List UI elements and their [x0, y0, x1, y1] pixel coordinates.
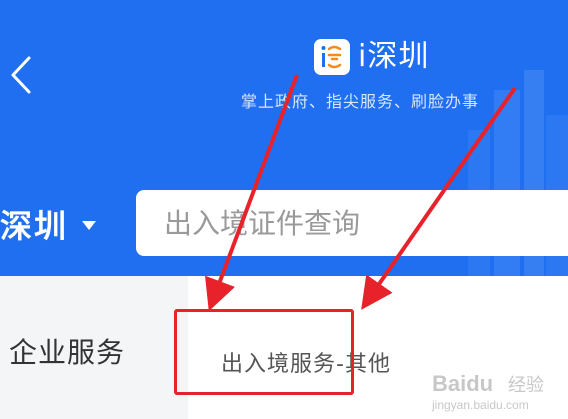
back-button[interactable] [4, 50, 38, 100]
watermark-brand: Baidu [432, 371, 493, 396]
app-header: i深圳 掌上政府、指尖服务、刷脸办事 深圳 [0, 0, 568, 276]
city-name: 深圳 [0, 207, 69, 245]
app-name: i深圳 [358, 39, 430, 74]
baidu-jingyan-watermark: Baidu 经验 jingyan.baidu.com [430, 365, 565, 415]
sidebar-item-enterprise-services[interactable]: 企业服务 [9, 331, 125, 371]
app-logo: i深圳 [314, 37, 429, 77]
search-box[interactable] [136, 190, 568, 256]
search-input[interactable] [162, 205, 546, 241]
category-sidebar: 企业服务 [0, 276, 188, 419]
caret-down-icon [82, 221, 97, 230]
i-shenzhen-logo-icon [314, 39, 350, 75]
annotation-highlight-box [174, 309, 354, 395]
watermark-brand-cn: 经验 [508, 375, 544, 396]
city-selector[interactable]: 深圳 [0, 200, 97, 248]
watermark-url: jingyan.baidu.com [431, 398, 529, 412]
app-tagline: 掌上政府、指尖服务、刷脸办事 [241, 92, 480, 111]
chevron-left-icon [11, 56, 31, 94]
